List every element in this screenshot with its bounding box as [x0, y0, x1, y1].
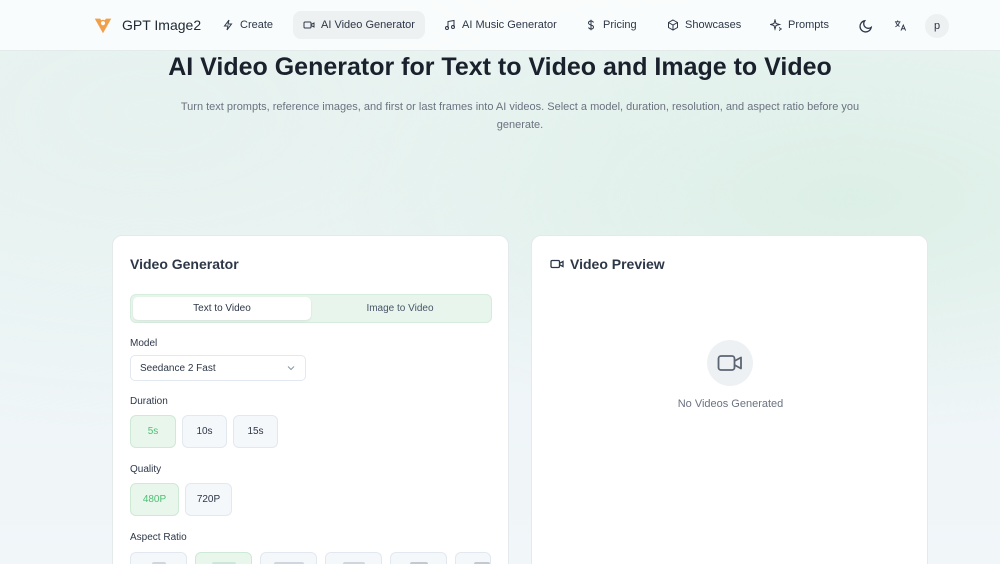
video-icon	[550, 259, 564, 269]
aspect-ratio-options	[130, 552, 491, 564]
duration-options: 5s 10s 15s	[130, 415, 278, 448]
quality-option-720p[interactable]: 720P	[185, 483, 232, 516]
video-generator-card: Video Generator Text to Video Image to V…	[112, 235, 509, 564]
video-icon	[303, 21, 315, 29]
mode-tabs: Text to Video Image to Video	[130, 294, 492, 323]
aspect-option[interactable]	[130, 552, 187, 564]
duration-option-5s[interactable]: 5s	[130, 415, 176, 448]
sparkles-icon	[770, 19, 782, 31]
chevron-down-icon	[287, 366, 295, 371]
moon-icon	[858, 19, 872, 33]
aspect-option[interactable]	[390, 552, 447, 564]
bolt-icon	[223, 19, 233, 31]
nav-showcases[interactable]: Showcases	[657, 11, 751, 39]
translate-icon	[894, 19, 906, 31]
generator-title: Video Generator	[130, 256, 239, 272]
nav-create[interactable]: Create	[212, 11, 283, 39]
nav-prompts[interactable]: Prompts	[760, 11, 839, 39]
brand-name: GPT Image2	[122, 17, 202, 33]
language-button[interactable]	[889, 14, 911, 36]
nav-showcases-label: Showcases	[685, 19, 742, 31]
music-icon	[445, 19, 455, 30]
brand[interactable]: GPT Image2	[92, 14, 201, 36]
aspect-option[interactable]	[455, 552, 491, 564]
avatar[interactable]: p	[925, 14, 949, 38]
duration-option-15s[interactable]: 15s	[233, 415, 278, 448]
model-label: Model	[130, 338, 158, 349]
cube-icon	[668, 19, 678, 31]
nav-pricing[interactable]: Pricing	[575, 11, 647, 39]
duration-label: Duration	[130, 396, 168, 407]
video-preview-card: Video Preview No Videos Generated	[531, 235, 928, 564]
duration-option-10s[interactable]: 10s	[182, 415, 227, 448]
quality-label: Quality	[130, 464, 162, 475]
nav-create-label: Create	[240, 19, 274, 31]
top-navbar: GPT Image2 Create AI Video Generator AI …	[0, 0, 1000, 51]
page-title: AI Video Generator for Text to Video and…	[168, 53, 832, 81]
aspect-option[interactable]	[260, 552, 317, 564]
model-select[interactable]: Seedance 2 Fast	[130, 355, 306, 381]
nav-ai-music-label: AI Music Generator	[462, 19, 557, 31]
page-subtitle: Turn text prompts, reference images, and…	[180, 101, 860, 131]
empty-state-text: No Videos Generated	[677, 398, 784, 410]
model-select-value: Seedance 2 Fast	[140, 362, 216, 374]
dollar-icon	[587, 19, 595, 31]
video-camera-icon	[717, 355, 742, 371]
preview-title: Video Preview	[570, 256, 665, 272]
aspect-option[interactable]	[195, 552, 252, 564]
nav-ai-video-generator[interactable]: AI Video Generator	[293, 11, 425, 39]
preview-title-row: Video Preview	[550, 256, 665, 272]
quality-options: 480P 720P	[130, 483, 232, 516]
tab-text-to-video[interactable]: Text to Video	[133, 297, 311, 320]
aspect-ratio-label: Aspect Ratio	[130, 532, 187, 543]
aspect-option[interactable]	[325, 552, 382, 564]
quality-option-480p[interactable]: 480P	[130, 483, 179, 516]
theme-toggle-button[interactable]	[855, 14, 877, 36]
nav-ai-music-generator[interactable]: AI Music Generator	[434, 11, 567, 39]
nav-pricing-label: Pricing	[603, 19, 637, 31]
tab-image-to-video[interactable]: Image to Video	[311, 297, 489, 320]
nav-prompts-label: Prompts	[788, 19, 829, 31]
empty-state-icon-wrap	[707, 340, 753, 386]
nav-ai-video-label: AI Video Generator	[321, 19, 415, 31]
logo-icon	[94, 18, 112, 34]
